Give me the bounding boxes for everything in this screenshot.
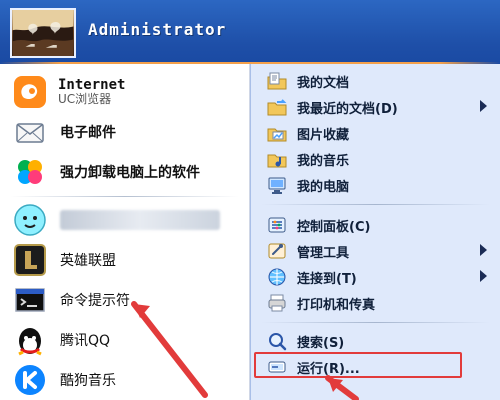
- program-item-league[interactable]: 英雄联盟: [10, 240, 240, 280]
- printers-faxes-icon: [265, 291, 289, 315]
- program-item-kugou[interactable]: 酷狗音乐: [10, 360, 240, 400]
- place-item-my-computer[interactable]: 我的电脑: [259, 172, 493, 198]
- submenu-arrow-icon: [480, 270, 487, 282]
- program-label: 命令提示符: [60, 293, 130, 309]
- program-label: 英雄联盟: [60, 253, 116, 269]
- place-label: 图片收藏: [297, 127, 350, 143]
- username: Administrator: [88, 20, 227, 39]
- program-label: 酷狗音乐: [60, 373, 116, 389]
- start-menu: Administrator Internet UC浏览器 电子邮件 强力卸载电脑…: [0, 0, 500, 400]
- place-item-my-documents[interactable]: 我的文档: [259, 68, 493, 94]
- program-label: 强力卸载电脑上的软件: [60, 165, 200, 181]
- start-menu-header: Administrator: [0, 0, 500, 65]
- program-item-email[interactable]: 电子邮件: [10, 112, 240, 152]
- program-label: 电子邮件: [60, 125, 116, 141]
- my-computer-icon: [265, 173, 289, 197]
- my-pictures-icon: [265, 121, 289, 145]
- uc-browser-icon: [10, 72, 50, 112]
- place-item-admin-tools[interactable]: 管理工具: [259, 238, 493, 264]
- submenu-arrow-icon: [480, 100, 487, 112]
- league-of-legends-icon: [10, 240, 50, 280]
- place-item-run[interactable]: 运行(R)...: [259, 354, 493, 380]
- admin-tools-icon: [265, 239, 289, 263]
- place-label: 控制面板(C): [297, 219, 371, 235]
- place-label: 运行(R)...: [297, 361, 360, 377]
- place-item-connect-to[interactable]: 连接到(T): [259, 264, 493, 290]
- email-icon: [10, 112, 50, 152]
- place-item-recent-documents[interactable]: 我最近的文档(D): [259, 94, 493, 120]
- program-item-internet[interactable]: Internet UC浏览器: [10, 72, 240, 112]
- program-primary-label: Internet: [58, 77, 126, 93]
- blurred-program-name: [60, 210, 220, 230]
- place-label: 我的音乐: [297, 153, 350, 169]
- program-item-cmd[interactable]: 命令提示符: [10, 280, 240, 320]
- place-item-search[interactable]: 搜索(S): [259, 328, 493, 354]
- my-documents-icon: [265, 69, 289, 93]
- left-separator: [10, 196, 239, 197]
- place-label: 搜索(S): [297, 335, 345, 351]
- my-music-icon: [265, 147, 289, 171]
- program-item-qq[interactable]: 腾讯QQ: [10, 320, 240, 360]
- search-icon: [265, 329, 289, 353]
- place-item-printers[interactable]: 打印机和传真: [259, 290, 493, 316]
- command-prompt-icon: [10, 280, 50, 320]
- programs-panel: Internet UC浏览器 电子邮件 强力卸载电脑上的软件 英雄联盟 命令提示…: [0, 64, 250, 400]
- qq-face-icon: [10, 200, 50, 240]
- kugou-music-icon: [10, 360, 50, 400]
- right-separator: [261, 322, 490, 323]
- place-label: 我的文档: [297, 75, 350, 91]
- connect-to-icon: [265, 265, 289, 289]
- right-separator: [261, 204, 490, 205]
- place-label: 连接到(T): [297, 271, 357, 287]
- place-label: 管理工具: [297, 245, 350, 261]
- program-secondary-label: UC浏览器: [58, 92, 112, 106]
- place-item-control-panel[interactable]: 控制面板(C): [259, 212, 493, 238]
- submenu-arrow-icon: [480, 244, 487, 256]
- user-avatar: [10, 8, 76, 58]
- program-item-blurred[interactable]: [10, 200, 240, 240]
- uninstaller-icon: [10, 152, 50, 192]
- place-item-my-pictures[interactable]: 图片收藏: [259, 120, 493, 146]
- run-icon: [265, 355, 289, 379]
- place-item-my-music[interactable]: 我的音乐: [259, 146, 493, 172]
- recent-documents-icon: [265, 95, 289, 119]
- place-label: 打印机和传真: [297, 297, 376, 313]
- place-label: 我的电脑: [297, 179, 350, 195]
- tencent-qq-icon: [10, 320, 50, 360]
- program-item-uninstaller[interactable]: 强力卸载电脑上的软件: [10, 152, 240, 192]
- program-label: 腾讯QQ: [60, 333, 111, 349]
- place-label: 我最近的文档(D): [297, 101, 398, 117]
- control-panel-icon: [265, 213, 289, 237]
- places-panel: 我的文档 我最近的文档(D) 图片收藏 我的音乐 我的电脑 控制面板(C) 管理…: [250, 64, 500, 400]
